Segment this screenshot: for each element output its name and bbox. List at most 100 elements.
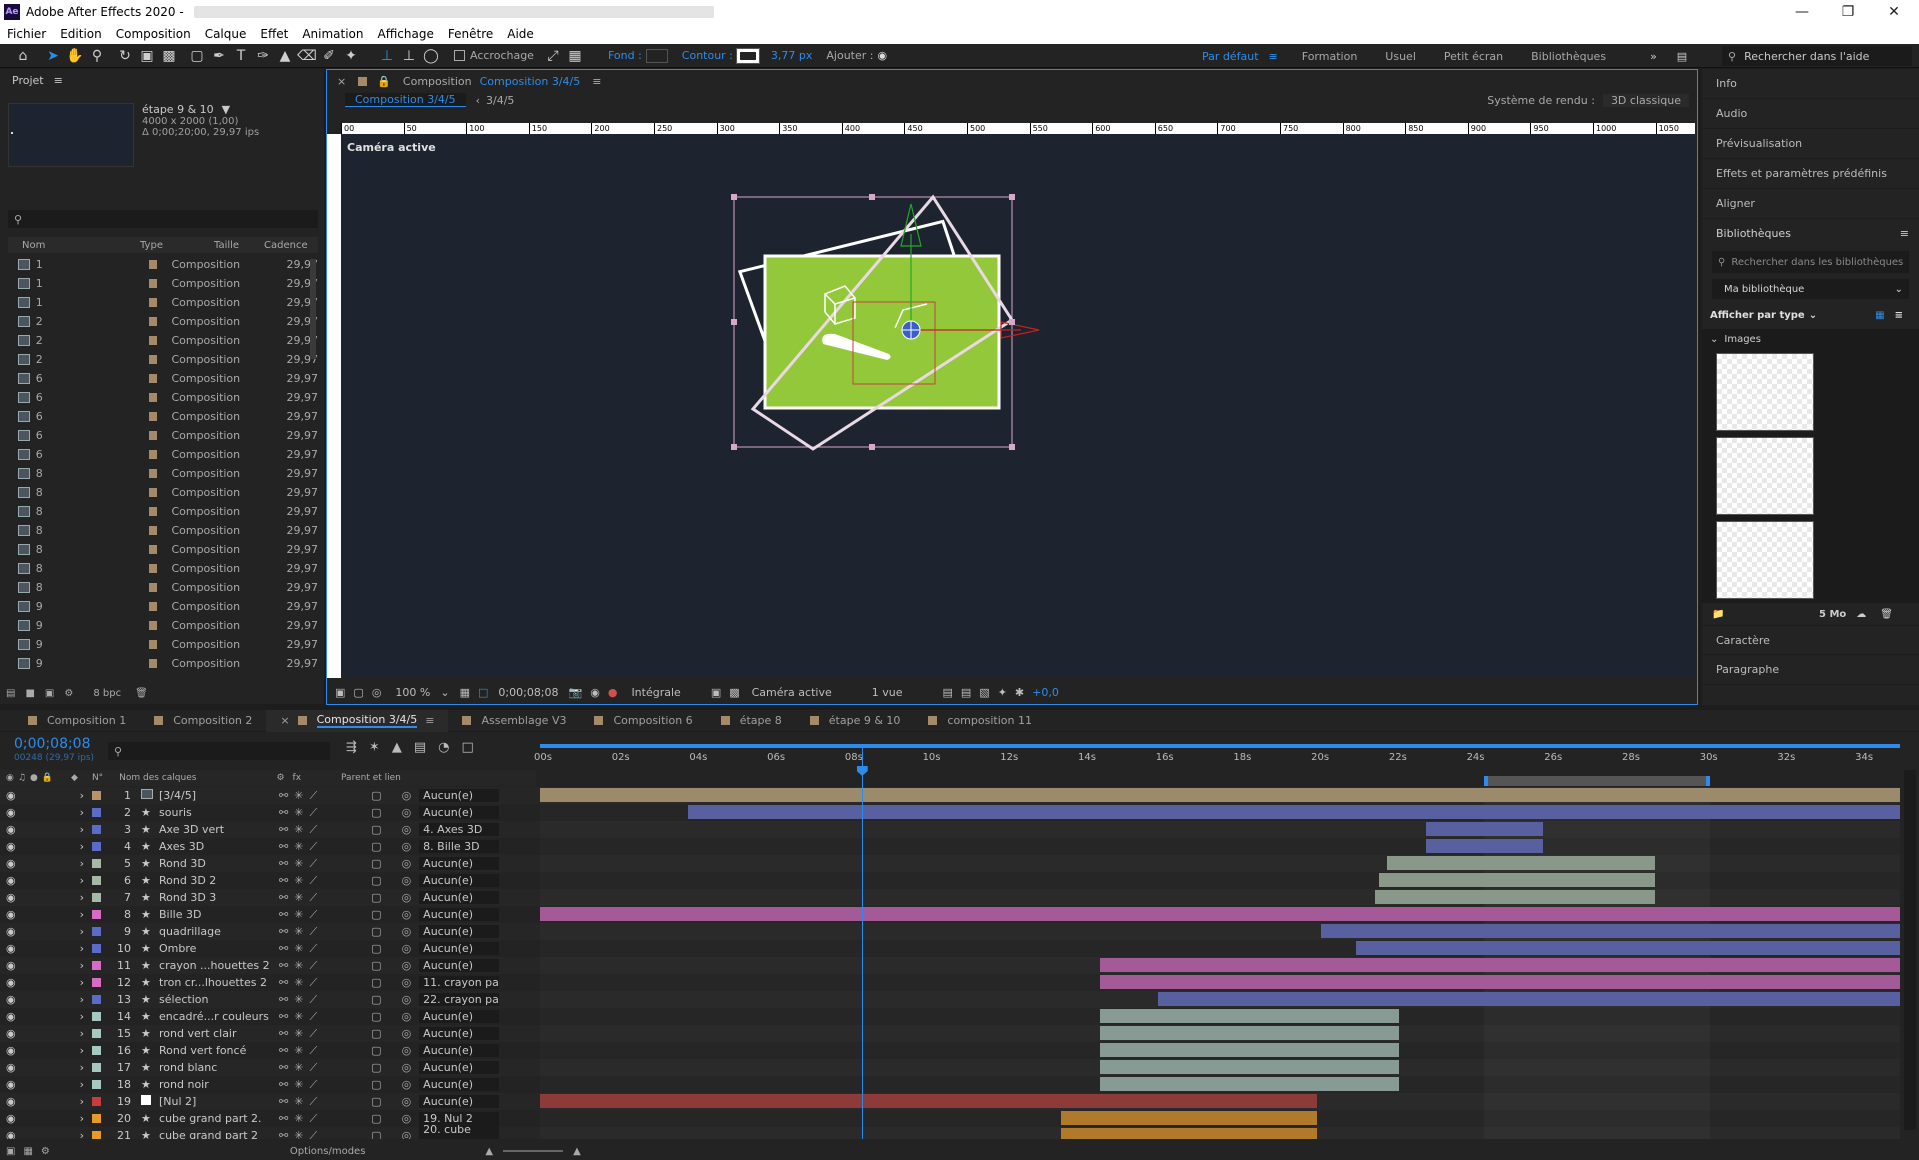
quality-switch-icon[interactable]: ⟋ — [309, 1078, 317, 1092]
layer-duration-bar[interactable] — [687, 805, 1900, 819]
zoom-dropdown[interactable]: 100 % — [395, 686, 430, 699]
parent-dropdown[interactable]: 11. crayon pa — [419, 976, 500, 989]
layer-duration-bar[interactable] — [1099, 958, 1900, 972]
layer-row[interactable]: ◉ › 5 ★ Rond 3D ⚯ ✳ ⟋ ▢ ◎ Aucun(e) — [0, 855, 540, 872]
pick-whip-icon[interactable]: ◎ — [402, 925, 412, 938]
project-item[interactable]: 6 Composition 29,97 — [0, 407, 318, 426]
layer-row[interactable]: ◉ › 14 ★ encadré...r couleurs ⚯ ✳ ⟋ ▢ ◎ Aucun(e) — [0, 1008, 540, 1025]
timeline-tab[interactable]: étape 8 — [707, 710, 796, 732]
quality-switch-icon[interactable]: ⟋ — [309, 942, 317, 956]
column-rate[interactable]: Cadence — [264, 240, 308, 251]
align-panel[interactable]: Aligner — [1702, 189, 1919, 219]
timeline-tab[interactable]: Composition 6 — [580, 710, 706, 732]
label-icon[interactable]: ◆ — [71, 773, 78, 783]
timeline-current-time[interactable]: 0;00;08;08 — [14, 736, 91, 752]
pick-whip-icon[interactable]: ◎ — [402, 959, 412, 972]
project-item[interactable]: 9 Composition 29,97 — [0, 654, 318, 673]
cloud-icon[interactable]: ☁ — [1856, 609, 1866, 620]
camera-view-dropdown[interactable]: Caméra active — [752, 686, 832, 699]
panel-menu-icon[interactable]: ≡ — [54, 74, 63, 87]
expand-chevron-icon[interactable]: › — [80, 1095, 84, 1108]
eye-icon[interactable]: ◉ — [6, 874, 16, 887]
workspace-usuel[interactable]: Usuel — [1385, 50, 1416, 63]
layer-name[interactable]: Rond 3D 2 — [159, 874, 269, 887]
label-color-swatch[interactable] — [149, 507, 158, 516]
pick-whip-icon[interactable]: ◎ — [402, 1010, 412, 1023]
expand-chevron-icon[interactable]: › — [80, 891, 84, 904]
layer-name[interactable]: rond noir — [159, 1078, 269, 1091]
collapse-switch-icon[interactable]: ✳ — [294, 806, 303, 819]
eye-icon[interactable]: ◉ — [6, 1061, 16, 1074]
layer-row[interactable]: ◉ › 8 ★ Bille 3D ⚯ ✳ ⟋ ▢ ◎ Aucun(e) — [0, 906, 540, 923]
timeline-tab[interactable]: Assemblage V3 — [448, 710, 580, 732]
layer-row[interactable]: ◉ › 3 ★ Axe 3D vert ⚯ ✳ ⟋ ▢ ◎ 4. Axes 3D — [0, 821, 540, 838]
expand-chevron-icon[interactable]: › — [80, 806, 84, 819]
list-view-icon[interactable]: ≡ — [1895, 310, 1903, 321]
draft-3d-icon[interactable]: ✶ — [369, 740, 380, 755]
expand-chevron-icon[interactable]: › — [80, 1044, 84, 1057]
eye-icon[interactable]: ◉ — [6, 959, 16, 972]
eraser-tool-icon[interactable]: ⌫ — [296, 46, 318, 66]
label-color-swatch[interactable] — [149, 564, 158, 573]
fx-switch-icon[interactable]: fx — [293, 773, 302, 783]
label-color-swatch[interactable] — [149, 317, 158, 326]
layer-duration-bar[interactable] — [1099, 1009, 1399, 1023]
parent-dropdown[interactable]: Aucun(e) — [419, 1061, 500, 1074]
expand-chevron-icon[interactable]: › — [80, 789, 84, 802]
layer-row[interactable]: ◉ › 18 ★ rond noir ⚯ ✳ ⟋ ▢ ◎ Aucun(e) — [0, 1076, 540, 1093]
collapse-switch-icon[interactable]: ✳ — [294, 908, 303, 921]
chevron-down-icon[interactable]: ⌄ — [1809, 310, 1817, 321]
3d-layer-icon[interactable]: ▢ — [371, 857, 381, 870]
interpret-footage-icon[interactable]: ▤ — [6, 688, 15, 699]
layer-duration-bar[interactable] — [1099, 1077, 1399, 1091]
layer-duration-bar[interactable] — [1099, 975, 1900, 989]
shy-switch-icon[interactable]: ⚯ — [279, 891, 288, 904]
menu-animation[interactable]: Animation — [302, 27, 363, 41]
expand-chevron-icon[interactable]: › — [80, 908, 84, 921]
quality-switch-icon[interactable]: ⟋ — [309, 976, 317, 990]
shy-switch-icon[interactable]: ⚯ — [279, 976, 288, 989]
layer-row[interactable]: ◉ › 12 ★ tron cr...lhouettes 2 ⚯ ✳ ⟋ ▢ ◎ 11. crayo… — [0, 974, 540, 991]
pick-whip-icon[interactable]: ◎ — [402, 857, 412, 870]
project-item[interactable]: 2 Composition 29,97 — [0, 331, 318, 350]
expand-chevron-icon[interactable]: › — [80, 1010, 84, 1023]
eye-icon[interactable]: ◉ — [6, 976, 16, 989]
preview-panel[interactable]: Prévisualisation — [1702, 129, 1919, 159]
timeline-tab[interactable]: Composition 1 — [14, 710, 140, 732]
eye-icon[interactable]: ◉ — [6, 1112, 16, 1125]
menu-composition[interactable]: Composition — [116, 27, 191, 41]
layer-duration-bar[interactable] — [1099, 1060, 1399, 1074]
workspace-par-defaut[interactable]: Par défaut — [1202, 50, 1259, 63]
layer-name[interactable]: crayon ...houettes 2 — [159, 959, 269, 972]
layer-duration-bar[interactable] — [1425, 839, 1543, 853]
quality-switch-icon[interactable]: ⟋ — [309, 1044, 317, 1058]
quality-switch-icon[interactable]: ⟋ — [309, 959, 317, 973]
shy-layers-icon[interactable]: ▲ — [392, 740, 402, 755]
layer-name[interactable]: souris — [159, 806, 269, 819]
library-image-thumbnail[interactable] — [1716, 353, 1814, 431]
project-item[interactable]: 8 Composition 29,97 — [0, 559, 318, 578]
expand-chevron-icon[interactable]: › — [80, 857, 84, 870]
eye-icon[interactable]: ◉ — [6, 823, 16, 836]
library-image-thumbnail[interactable] — [1716, 521, 1814, 599]
eye-icon[interactable]: ◉ — [6, 840, 16, 853]
project-item[interactable]: 6 Composition 29,97 — [0, 426, 318, 445]
hand-tool-icon[interactable]: ✋ — [64, 46, 86, 66]
shy-switch-icon[interactable]: ⚯ — [279, 942, 288, 955]
expand-chevron-icon[interactable]: › — [80, 976, 84, 989]
delete-icon[interactable]: 🗑 — [1880, 609, 1893, 620]
layer-name[interactable]: Rond 3D 3 — [159, 891, 269, 904]
layer-duration-bar[interactable] — [1060, 1128, 1318, 1139]
pick-whip-icon[interactable]: ◎ — [402, 1061, 412, 1074]
shy-switch-icon[interactable]: ⚯ — [279, 1129, 288, 1139]
layer-name[interactable]: sélection — [159, 993, 269, 1006]
layer-row[interactable]: ◉ › 2 ★ souris ⚯ ✳ ⟋ ▢ ◎ Aucun(e) — [0, 804, 540, 821]
label-color-swatch[interactable] — [149, 621, 158, 630]
layer-row[interactable]: ◉ › 9 ★ quadrillage ⚯ ✳ ⟋ ▢ ◎ Aucun(e) — [0, 923, 540, 940]
layer-row[interactable]: ◉ › 6 ★ Rond 3D 2 ⚯ ✳ ⟋ ▢ ◎ Aucun(e) — [0, 872, 540, 889]
frame-blending-icon[interactable]: ▤ — [414, 740, 426, 755]
current-time-field[interactable]: 0;00;08;08 — [498, 686, 558, 699]
new-folder-icon[interactable]: ■ — [25, 688, 34, 699]
label-color-swatch[interactable] — [149, 355, 158, 364]
collapse-switch-icon[interactable]: ✳ — [294, 976, 303, 989]
